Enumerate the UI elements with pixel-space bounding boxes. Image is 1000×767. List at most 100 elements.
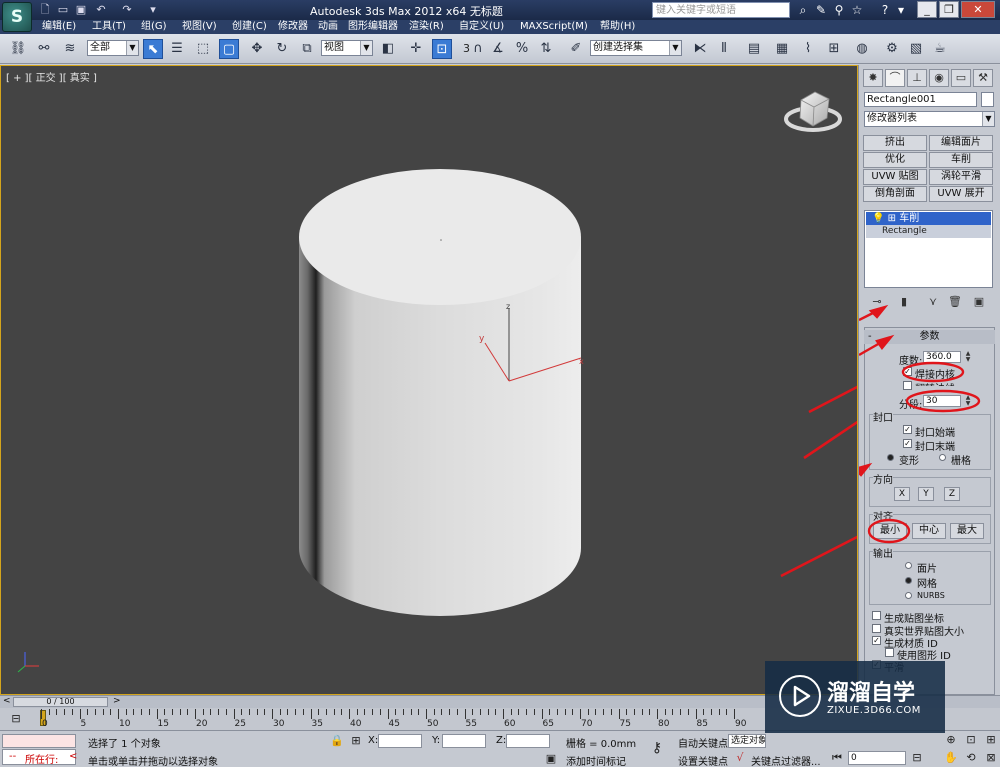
key-icon[interactable]: ⚷: [650, 741, 664, 755]
cap-start-checkbox[interactable]: ✓: [903, 425, 912, 434]
restore-button[interactable]: ❐: [939, 1, 959, 18]
morph-radio[interactable]: [887, 454, 894, 461]
named-selection-dropdown[interactable]: 创建选择集 ▼: [590, 40, 682, 56]
maxscript-current-line[interactable]: -- 所在行: <: [2, 749, 77, 766]
utilities-tab-icon[interactable]: ⚒: [973, 69, 993, 87]
align-center-button[interactable]: 中心: [912, 523, 946, 539]
pin-stack-icon[interactable]: ⊸: [869, 294, 885, 310]
hierarchy-tab-icon[interactable]: ⊥: [907, 69, 927, 87]
angle-snap-icon[interactable]: ∡: [488, 39, 508, 59]
add-time-tag-button[interactable]: 添加时间标记: [566, 753, 626, 767]
curve-editor-icon[interactable]: ⌇: [798, 39, 818, 59]
time-tag-icon[interactable]: ▣: [544, 752, 558, 766]
select-and-link-icon[interactable]: ⛓: [8, 39, 28, 59]
align-icon[interactable]: ⫴: [714, 39, 734, 59]
time-config-icon[interactable]: ⊟: [910, 751, 924, 765]
menu-graph-editors[interactable]: 图形编辑器: [348, 20, 398, 34]
goto-start-icon[interactable]: ⏮: [830, 751, 844, 765]
close-button[interactable]: ✕: [961, 1, 995, 18]
output-nurbs-radio[interactable]: [905, 592, 912, 599]
favorites-star-icon[interactable]: ☆: [849, 2, 865, 18]
maxscript-listener-mini[interactable]: [2, 734, 76, 748]
mirror-icon[interactable]: ⧔: [690, 39, 710, 59]
rotate-icon[interactable]: ↻: [272, 39, 292, 59]
modifier-unwrap-uvw-button[interactable]: UVW 展开: [929, 186, 993, 202]
maximize-viewport-icon[interactable]: ⊠: [984, 751, 998, 765]
render-teapot-icon[interactable]: ☕: [930, 39, 950, 59]
select-manipulate-icon[interactable]: ✛: [406, 39, 426, 59]
current-frame-field[interactable]: 0: [848, 751, 906, 765]
help-icon[interactable]: ?: [877, 2, 893, 18]
bind-space-warp-icon[interactable]: ≋: [60, 39, 80, 59]
make-unique-icon[interactable]: ⋎: [925, 294, 941, 310]
modify-tab-icon[interactable]: ⌒: [885, 69, 905, 87]
help-dropdown-icon[interactable]: ▾: [893, 2, 909, 18]
weld-core-checkbox[interactable]: ✓: [903, 367, 912, 376]
grid-radio[interactable]: [939, 454, 946, 461]
remove-modifier-icon[interactable]: 🗑: [947, 294, 963, 310]
modifier-lathe-button[interactable]: 车削: [929, 152, 993, 168]
rendered-frame-window-icon[interactable]: ▧: [906, 39, 926, 59]
menu-modifiers[interactable]: 修改器: [278, 20, 308, 34]
binoculars-icon[interactable]: ⌕: [795, 2, 811, 18]
output-mesh-radio[interactable]: [905, 577, 912, 584]
menu-maxscript[interactable]: MAXScript(M): [520, 20, 588, 34]
lock-selection-icon[interactable]: 🔒: [330, 734, 344, 748]
pan-hand-icon[interactable]: ✋: [944, 751, 958, 765]
unlink-icon[interactable]: ⚯: [34, 39, 54, 59]
gen-mapping-checkbox[interactable]: [872, 611, 881, 620]
mini-curve-editor-icon[interactable]: ⊟: [9, 712, 23, 726]
spinner-snap-icon[interactable]: ⇅: [536, 39, 556, 59]
selection-filter-dropdown[interactable]: 全部 ▼: [87, 40, 139, 56]
align-max-button[interactable]: 最大: [950, 523, 984, 539]
absolute-mode-icon[interactable]: ⊞: [349, 734, 363, 748]
rollout-title-params[interactable]: - 参数: [864, 330, 995, 344]
axis-y-button[interactable]: Y: [918, 487, 934, 501]
segments-spinner[interactable]: ▲ ▼: [964, 395, 972, 407]
modifier-optimize-button[interactable]: 优化: [863, 152, 927, 168]
perspective-viewport[interactable]: z y x [ + ][ 正交 ][ 真实 ]: [0, 65, 858, 695]
app-logo-button[interactable]: S: [2, 2, 32, 32]
new-file-icon[interactable]: 🗋: [38, 3, 52, 17]
scale-icon[interactable]: ⧉: [297, 39, 317, 59]
real-world-checkbox[interactable]: [872, 624, 881, 633]
gen-mat-id-checkbox[interactable]: ✓: [872, 636, 881, 645]
display-tab-icon[interactable]: ▭: [951, 69, 971, 87]
pivot-center-icon[interactable]: ◧: [378, 39, 398, 59]
redo-icon[interactable]: ↷: [120, 3, 134, 17]
menu-help[interactable]: 帮助(H): [600, 20, 635, 34]
stack-item-rectangle[interactable]: Rectangle: [866, 225, 991, 238]
menu-create[interactable]: 创建(C): [232, 20, 267, 34]
menu-rendering[interactable]: 渲染(R): [409, 20, 444, 34]
y-coord-field[interactable]: [442, 734, 486, 748]
object-name-field[interactable]: Rectangle001: [864, 92, 977, 107]
select-object-icon[interactable]: ⬉: [143, 39, 163, 59]
open-file-icon[interactable]: ▭: [56, 3, 70, 17]
align-min-button[interactable]: 最小: [873, 523, 907, 539]
selected-object-dropdown[interactable]: 选定对象: [728, 734, 766, 748]
key-filter-icon[interactable]: √: [733, 751, 747, 765]
modifier-extrude-button[interactable]: 挤出: [863, 135, 927, 151]
key-filters-button[interactable]: 关键点过滤器...: [751, 753, 821, 767]
stack-item-lathe[interactable]: 💡 ⊞ 车削: [866, 212, 991, 225]
edit-named-selection-icon[interactable]: ✐: [566, 39, 586, 59]
quick-access-menu-icon[interactable]: ▾: [146, 3, 160, 17]
segments-field[interactable]: 30: [923, 395, 961, 407]
axis-x-button[interactable]: X: [894, 487, 910, 501]
layer-manager-icon[interactable]: ▤: [744, 39, 764, 59]
communication-icon[interactable]: ⚲: [831, 2, 847, 18]
render-setup-icon[interactable]: ⚙: [882, 39, 902, 59]
graphite-ribbon-icon[interactable]: ▦: [772, 39, 792, 59]
motion-tab-icon[interactable]: ◉: [929, 69, 949, 87]
modifier-bevel-profile-button[interactable]: 倒角剖面: [863, 186, 927, 202]
x-coord-field[interactable]: [378, 734, 422, 748]
degrees-spinner[interactable]: ▲ ▼: [964, 351, 972, 363]
time-next-arrow-icon[interactable]: >: [113, 696, 121, 706]
time-prev-arrow-icon[interactable]: <: [3, 696, 11, 706]
modifier-edit-patch-button[interactable]: 编辑面片: [929, 135, 993, 151]
help-search-input[interactable]: 键入关键字或短语: [652, 2, 790, 18]
menu-animation[interactable]: 动画: [318, 20, 338, 34]
menu-edit[interactable]: 编辑(E): [42, 20, 76, 34]
snaps-toggle-icon[interactable]: ∩: [468, 39, 488, 59]
modifier-list-dropdown[interactable]: 修改器列表 ▼: [864, 111, 995, 127]
